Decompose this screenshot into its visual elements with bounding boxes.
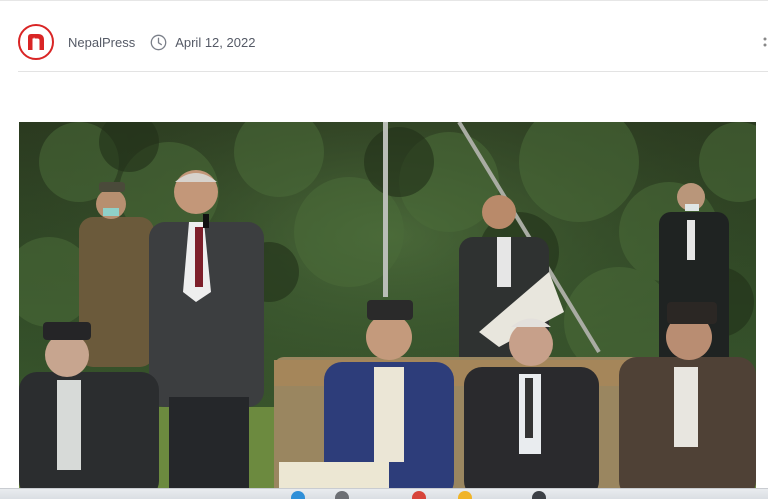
logo-mark-icon bbox=[28, 34, 44, 50]
author-name[interactable]: NepalPress bbox=[68, 35, 135, 50]
nepalpress-logo[interactable] bbox=[18, 24, 54, 60]
taskbar-app-icon[interactable] bbox=[291, 491, 305, 499]
article-featured-image bbox=[19, 122, 756, 499]
taskbar-app-icon[interactable] bbox=[532, 491, 546, 499]
taskbar-app-icon[interactable] bbox=[458, 491, 472, 499]
divider bbox=[18, 71, 768, 72]
divider bbox=[0, 0, 768, 1]
clock-icon bbox=[149, 33, 167, 51]
publish-date: April 12, 2022 bbox=[175, 34, 256, 50]
article-page: NepalPress April 12, 2022 bbox=[0, 0, 768, 499]
taskbar-app-icon[interactable] bbox=[412, 491, 426, 499]
browser-bottom-strip bbox=[0, 488, 768, 499]
taskbar-app-icon[interactable] bbox=[335, 491, 349, 499]
article-meta: NepalPress April 12, 2022 bbox=[18, 22, 255, 62]
share-icon[interactable] bbox=[762, 36, 768, 50]
group-photo bbox=[19, 122, 756, 499]
